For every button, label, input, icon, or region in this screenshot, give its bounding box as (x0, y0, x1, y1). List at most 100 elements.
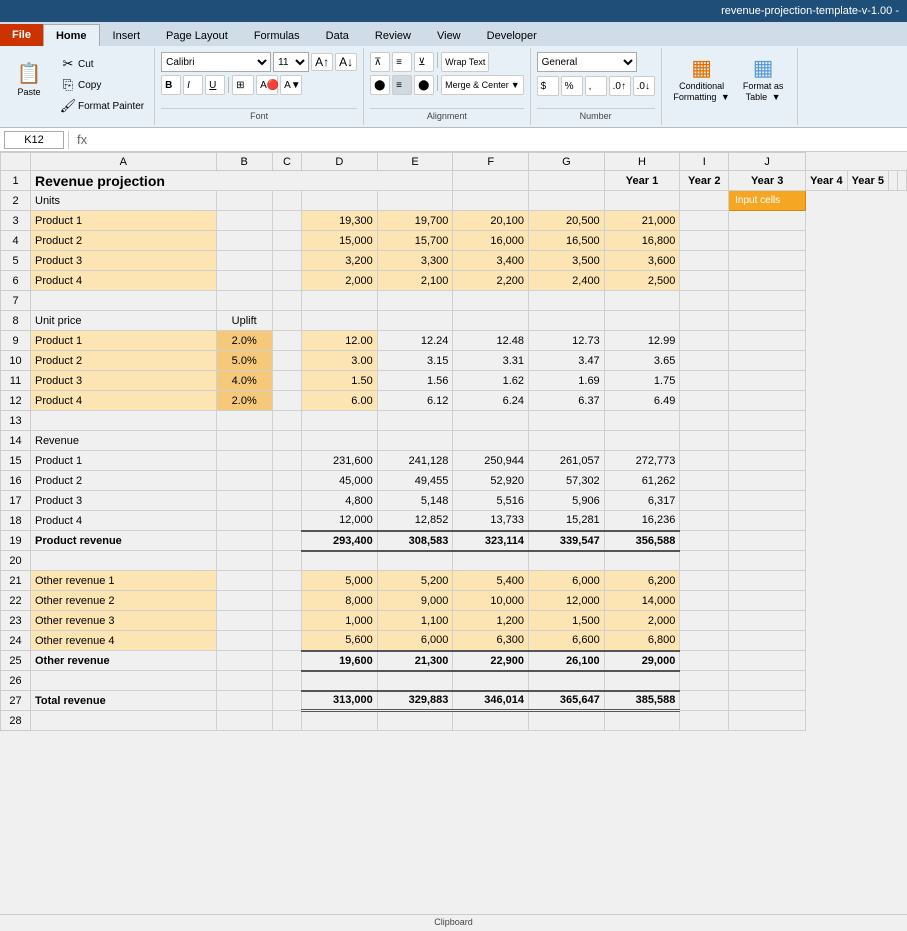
cell-23-d[interactable]: 1,000 (302, 611, 378, 631)
cell-28-e[interactable] (377, 711, 453, 731)
cell-24-i[interactable] (680, 631, 729, 651)
cell-4-j[interactable] (729, 231, 806, 251)
cell-15-b[interactable] (216, 451, 272, 471)
cell-2-j[interactable]: Input cells (729, 191, 806, 211)
cell-8-h[interactable] (604, 311, 680, 331)
cell-13-b[interactable] (216, 411, 272, 431)
cell-27-h[interactable]: 385,588 (604, 691, 680, 711)
cell-1-b[interactable] (453, 171, 529, 191)
cell-22-i[interactable] (680, 591, 729, 611)
fill-color-button[interactable]: A🔴 (256, 75, 278, 95)
cell-16-g[interactable]: 57,302 (529, 471, 605, 491)
cell-19-i[interactable] (680, 531, 729, 551)
cell-6-b[interactable] (216, 271, 272, 291)
cell-14-d[interactable] (302, 431, 378, 451)
cell-28-g[interactable] (529, 711, 605, 731)
cell-22-g[interactable]: 12,000 (529, 591, 605, 611)
cell-25-h[interactable]: 29,000 (604, 651, 680, 671)
cell-6-j[interactable] (729, 271, 806, 291)
cell-11-c[interactable] (272, 371, 301, 391)
cell-14-g[interactable] (529, 431, 605, 451)
row-header-2[interactable]: 2 (1, 191, 31, 211)
cell-12-c[interactable] (272, 391, 301, 411)
cell-5-e[interactable]: 3,300 (377, 251, 453, 271)
cell-27-i[interactable] (680, 691, 729, 711)
cell-2-e[interactable] (377, 191, 453, 211)
cell-23-i[interactable] (680, 611, 729, 631)
tab-review[interactable]: Review (362, 24, 424, 46)
row-header-26[interactable]: 26 (1, 671, 31, 691)
cell-12-d[interactable]: 6.00 (302, 391, 378, 411)
cell-21-a[interactable]: Other revenue 1 (31, 571, 217, 591)
cell-25-d[interactable]: 19,600 (302, 651, 378, 671)
cell-3-i[interactable] (680, 211, 729, 231)
col-header-g[interactable]: G (529, 153, 605, 171)
cell-16-d[interactable]: 45,000 (302, 471, 378, 491)
cell-25-c[interactable] (272, 651, 301, 671)
row-header-3[interactable]: 3 (1, 211, 31, 231)
decrease-decimal-button[interactable]: .0↓ (633, 76, 655, 96)
cell-26-d[interactable] (302, 671, 378, 691)
col-header-i[interactable]: I (680, 153, 729, 171)
cell-14-h[interactable] (604, 431, 680, 451)
cell-8-j[interactable] (729, 311, 806, 331)
col-header-b[interactable]: B (216, 153, 272, 171)
cell-12-g[interactable]: 6.37 (529, 391, 605, 411)
cell-24-d[interactable]: 5,600 (302, 631, 378, 651)
tab-page-layout[interactable]: Page Layout (153, 24, 241, 46)
cell-12-j[interactable] (729, 391, 806, 411)
cell-6-f[interactable]: 2,200 (453, 271, 529, 291)
align-middle-button[interactable]: ≡ (392, 52, 412, 72)
wrap-text-button[interactable]: Wrap Text (441, 52, 489, 72)
cell-21-h[interactable]: 6,200 (604, 571, 680, 591)
cell-18-j[interactable] (729, 511, 806, 531)
row-header-27[interactable]: 27 (1, 691, 31, 711)
cell-20-c[interactable] (272, 551, 301, 571)
row-header-6[interactable]: 6 (1, 271, 31, 291)
cell-10-g[interactable]: 3.47 (529, 351, 605, 371)
cell-6-h[interactable]: 2,500 (604, 271, 680, 291)
cell-16-b[interactable] (216, 471, 272, 491)
row-header-8[interactable]: 8 (1, 311, 31, 331)
cell-3-d[interactable]: 19,300 (302, 211, 378, 231)
cell-3-c[interactable] (272, 211, 301, 231)
cell-23-g[interactable]: 1,500 (529, 611, 605, 631)
cell-11-b[interactable]: 4.0% (216, 371, 272, 391)
cell-23-e[interactable]: 1,100 (377, 611, 453, 631)
cell-7-h[interactable] (604, 291, 680, 311)
cell-24-g[interactable]: 6,600 (529, 631, 605, 651)
cell-25-g[interactable]: 26,100 (529, 651, 605, 671)
cell-17-g[interactable]: 5,906 (529, 491, 605, 511)
col-header-j[interactable]: J (729, 153, 806, 171)
row-header-1[interactable]: 1 (1, 171, 31, 191)
cell-20-d[interactable] (302, 551, 378, 571)
cell-9-i[interactable] (680, 331, 729, 351)
cell-1-f[interactable]: Year 3 (729, 171, 806, 191)
cell-9-h[interactable]: 12.99 (604, 331, 680, 351)
italic-button[interactable]: I (183, 75, 203, 95)
cell-16-j[interactable] (729, 471, 806, 491)
cell-14-f[interactable] (453, 431, 529, 451)
cell-10-e[interactable]: 3.15 (377, 351, 453, 371)
cell-3-j[interactable] (729, 211, 806, 231)
align-center-button[interactable]: ≡ (392, 75, 412, 95)
cell-2-i[interactable] (680, 191, 729, 211)
cell-4-g[interactable]: 16,500 (529, 231, 605, 251)
cell-9-c[interactable] (272, 331, 301, 351)
cell-17-e[interactable]: 5,148 (377, 491, 453, 511)
row-header-13[interactable]: 13 (1, 411, 31, 431)
cell-24-j[interactable] (729, 631, 806, 651)
cell-19-d[interactable]: 293,400 (302, 531, 378, 551)
row-header-16[interactable]: 16 (1, 471, 31, 491)
cell-17-c[interactable] (272, 491, 301, 511)
cell-10-a[interactable]: Product 2 (31, 351, 217, 371)
cell-9-d[interactable]: 12.00 (302, 331, 378, 351)
cell-1-j[interactable] (898, 171, 907, 191)
cell-9-a[interactable]: Product 1 (31, 331, 217, 351)
cell-17-i[interactable] (680, 491, 729, 511)
cell-2-a[interactable]: Units (31, 191, 217, 211)
row-header-12[interactable]: 12 (1, 391, 31, 411)
cell-28-a[interactable] (31, 711, 217, 731)
row-header-21[interactable]: 21 (1, 571, 31, 591)
cell-21-i[interactable] (680, 571, 729, 591)
